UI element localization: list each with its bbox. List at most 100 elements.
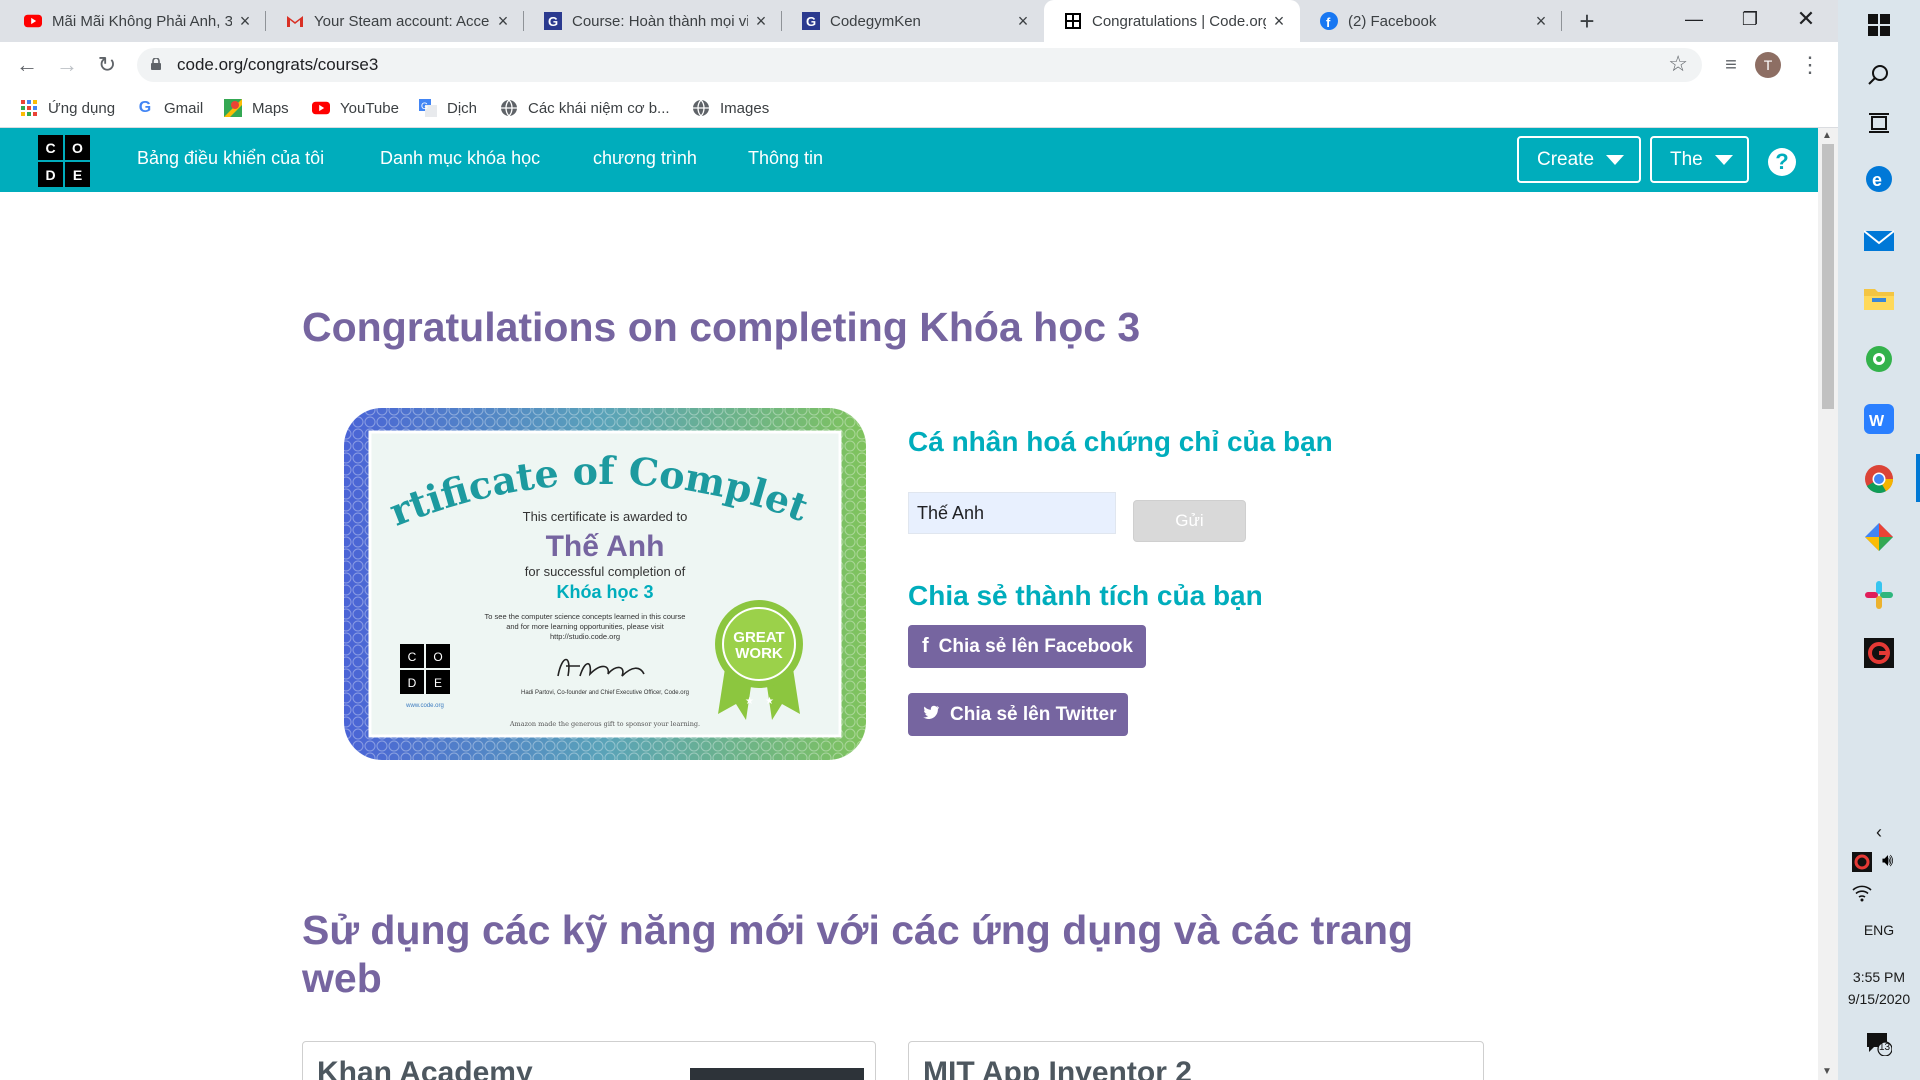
minimize-button[interactable]: — xyxy=(1666,0,1722,38)
restore-button[interactable]: ❐ xyxy=(1722,0,1778,38)
windows-start-icon[interactable] xyxy=(1860,6,1898,44)
globe-icon xyxy=(692,99,710,117)
bookmark-star-icon[interactable]: ☆ xyxy=(1668,51,1688,77)
close-tab-icon[interactable]: × xyxy=(490,11,516,32)
task-view-icon[interactable] xyxy=(1860,104,1898,142)
tab-strip: Mãi Mãi Không Phải Anh, 3 × Your Steam a… xyxy=(0,0,1838,42)
nav-dashboard[interactable]: Bảng điều khiển của tôi xyxy=(137,148,324,169)
logo-letter: D xyxy=(38,162,63,187)
apps-grid-icon xyxy=(20,99,38,117)
bookmark-label: Maps xyxy=(252,99,289,117)
bookmark-translate[interactable]: G Dịch xyxy=(419,88,477,128)
close-tab-icon[interactable]: × xyxy=(1266,11,1292,32)
svg-text:G: G xyxy=(806,14,816,29)
search-icon[interactable] xyxy=(1860,56,1898,94)
volume-icon[interactable]: 🔊︎ xyxy=(1882,850,1893,871)
bookmark-apps[interactable]: Ứng dụng xyxy=(20,88,115,128)
translate-icon: G xyxy=(419,99,437,117)
bookmark-maps[interactable]: Maps xyxy=(224,88,289,128)
scrollbar-thumb[interactable] xyxy=(1822,144,1834,409)
language-indicator[interactable]: ENG xyxy=(1838,922,1920,938)
facebook-icon: f xyxy=(1320,12,1338,30)
bookmark-images[interactable]: Images xyxy=(692,88,769,128)
codegym-icon: G xyxy=(802,12,820,30)
svg-text:★: ★ xyxy=(765,696,774,707)
close-tab-icon[interactable]: × xyxy=(748,11,774,32)
bookmark-youtube[interactable]: YouTube xyxy=(312,88,399,128)
nav-programs[interactable]: chương trình xyxy=(593,148,697,169)
clock-time[interactable]: 3:55 PM xyxy=(1838,969,1920,985)
page-scrollbar[interactable]: ▲ ▼ xyxy=(1818,128,1838,1080)
facebook-f-icon: f xyxy=(922,635,929,657)
tab-codegymken[interactable]: G CodegymKen × xyxy=(782,0,1044,42)
forward-button[interactable]: → xyxy=(52,50,82,80)
tab-facebook[interactable]: f (2) Facebook × xyxy=(1300,0,1562,42)
tab-title: Mãi Mãi Không Phải Anh, 3 xyxy=(52,12,232,30)
tab-title: (2) Facebook xyxy=(1348,12,1437,30)
share-facebook-button[interactable]: f Chia sẻ lên Facebook xyxy=(908,625,1146,668)
file-explorer-icon[interactable] xyxy=(1860,280,1898,318)
tab-codeorg[interactable]: Congratulations | Code.org × xyxy=(1044,0,1300,42)
svg-text:E: E xyxy=(434,676,442,690)
wifi-icon[interactable] xyxy=(1852,884,1872,907)
globe-icon xyxy=(500,99,518,117)
name-input[interactable] xyxy=(908,492,1116,534)
close-tab-icon[interactable]: × xyxy=(1528,11,1554,32)
bookmark-concepts[interactable]: Các khái niệm cơ b... xyxy=(500,88,670,128)
certificate-info1: To see the computer science concepts lea… xyxy=(485,612,686,621)
git-app-icon[interactable] xyxy=(1860,518,1898,556)
logo-letter: C xyxy=(38,135,63,160)
codeorg-logo[interactable]: C O D E xyxy=(38,135,90,187)
certificate-for: for successful completion of xyxy=(525,564,686,579)
menu-kebab-icon[interactable]: ⋮ xyxy=(1795,50,1825,80)
tab-youtube[interactable]: Mãi Mãi Không Phải Anh, 3 × xyxy=(4,0,266,42)
slack-icon[interactable] xyxy=(1860,576,1898,614)
garena-icon[interactable] xyxy=(1860,634,1898,672)
user-label: The xyxy=(1670,148,1703,170)
profile-avatar[interactable]: T xyxy=(1755,52,1781,78)
help-icon[interactable]: ? xyxy=(1768,148,1796,176)
svg-text:O: O xyxy=(433,650,442,664)
app-refresh-icon[interactable] xyxy=(1860,340,1898,378)
close-tab-icon[interactable]: × xyxy=(232,11,258,32)
media-queue-icon[interactable]: ≡ xyxy=(1716,50,1746,80)
notifications-icon[interactable]: 13 xyxy=(1866,1032,1893,1057)
scroll-up-icon[interactable]: ▲ xyxy=(1822,130,1832,141)
new-tab-button[interactable]: + xyxy=(1572,6,1602,36)
url-text: code.org/congrats/course3 xyxy=(177,55,379,74)
bookmark-label: Ứng dụng xyxy=(48,99,116,117)
close-window-button[interactable]: ✕ xyxy=(1778,0,1834,38)
reload-button[interactable]: ↻ xyxy=(92,50,122,80)
nav-course-catalog[interactable]: Danh mục khóa học xyxy=(380,148,540,169)
send-button[interactable]: Gửi xyxy=(1133,500,1246,542)
app-card-title: MIT App Inventor 2 xyxy=(923,1056,1192,1080)
close-tab-icon[interactable]: × xyxy=(1010,11,1036,32)
garena-tray-icon[interactable] xyxy=(1852,852,1872,872)
mail-icon[interactable] xyxy=(1860,222,1898,260)
tab-gmail[interactable]: Your Steam account: Acces × xyxy=(266,0,524,42)
address-bar[interactable]: code.org/congrats/course3 ☆ xyxy=(137,48,1702,82)
user-menu-dropdown[interactable]: The xyxy=(1650,136,1749,183)
edge-icon[interactable]: e xyxy=(1860,160,1898,198)
chrome-icon[interactable] xyxy=(1860,460,1898,498)
app-card-mit-app-inventor[interactable]: MIT App Inventor 2 xyxy=(908,1041,1484,1080)
app-card-khan-academy[interactable]: Khan Academy xyxy=(302,1041,876,1080)
certificate-footer: Amazon made the generous gift to sponsor… xyxy=(509,720,700,728)
clock-date[interactable]: 9/15/2020 xyxy=(1838,991,1920,1007)
tab-codegym-course[interactable]: G Course: Hoàn thành mọi vi × xyxy=(524,0,782,42)
wps-writer-icon[interactable]: W xyxy=(1860,400,1898,438)
caret-down-icon xyxy=(1606,154,1625,165)
svg-text:f: f xyxy=(1326,15,1331,30)
certificate-awarded: This certificate is awarded to xyxy=(523,509,688,524)
certificate-site: www.code.org xyxy=(405,703,444,709)
scroll-down-icon[interactable]: ▼ xyxy=(1822,1066,1832,1077)
svg-text:W: W xyxy=(1869,413,1885,430)
back-button[interactable]: ← xyxy=(12,50,42,80)
show-hidden-icons[interactable]: ‹ xyxy=(1838,822,1920,843)
bookmark-gmail[interactable]: G Gmail xyxy=(136,88,203,128)
share-twitter-button[interactable]: Chia sẻ lên Twitter xyxy=(908,693,1128,736)
svg-text:G: G xyxy=(421,101,428,111)
create-dropdown[interactable]: Create xyxy=(1517,136,1641,183)
nav-about[interactable]: Thông tin xyxy=(748,148,823,169)
apps-heading: Sử dụng các kỹ năng mới với các ứng dụng… xyxy=(302,907,1414,1001)
